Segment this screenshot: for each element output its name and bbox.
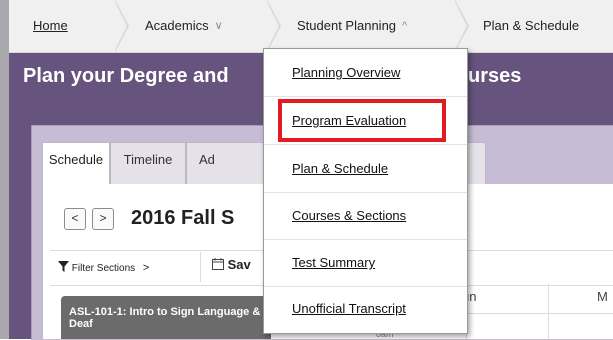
next-term-button[interactable]: > [92,208,114,230]
menu-item-unofficial-transcript[interactable]: Unofficial Transcript [264,285,467,333]
day-header-monday: M [597,289,608,304]
student-planning-dropdown: Planning Overview Program Evaluation Pla… [263,48,468,334]
window-edge [0,0,9,339]
page-title: Plan your Degree and [23,65,229,87]
filter-funnel-icon [58,261,69,272]
calendar-icon [212,258,224,270]
menu-item-label: Unofficial Transcript [292,301,406,316]
breadcrumb-academics-label: Academics [145,18,209,33]
menu-item-test-summary[interactable]: Test Summary [264,239,467,287]
breadcrumb-home-link[interactable]: Home [33,0,68,52]
calendar-grid-line [548,284,549,339]
breadcrumb-separator-inner [266,0,279,52]
menu-item-planning-overview[interactable]: Planning Overview [264,49,467,97]
filter-sections-button[interactable]: Filter Sections > [58,261,149,274]
tab-timeline[interactable]: Timeline [110,142,186,184]
course-card[interactable]: ASL-101-1: Intro to Sign Language & Deaf [61,296,271,339]
menu-item-label: Test Summary [292,255,376,270]
breadcrumb-student-planning-label: Student Planning [297,18,397,33]
menu-item-plan-schedule[interactable]: Plan & Schedule [264,145,467,193]
filter-sections-label: Filter Sections [71,263,136,274]
breadcrumb-academics-menu[interactable]: Academics ∨ [145,0,223,52]
breadcrumb-student-planning-menu[interactable]: Student Planning ^ [297,0,407,52]
calendar-grid-row [466,313,613,314]
chevron-down-icon: ∨ [214,20,223,32]
save-label: Sav [227,257,251,272]
breadcrumb-separator-inner [114,0,127,52]
breadcrumb-separator-inner [454,0,467,52]
toolbar-divider [200,252,201,282]
term-title: 2016 Fall S [131,207,235,229]
tab-schedule[interactable]: Schedule [42,142,110,185]
menu-item-label: Planning Overview [292,65,401,80]
highlight-box [278,99,446,142]
previous-term-button[interactable]: < [64,208,86,230]
menu-item-courses-sections[interactable]: Courses & Sections [264,192,467,240]
breadcrumb-plan-schedule-link[interactable]: Plan & Schedule [483,0,579,52]
chevron-right-icon: > [142,262,150,274]
tab-advising[interactable]: Ad [186,142,266,184]
breadcrumb: Home Academics ∨ Student Planning ^ Plan &… [9,0,613,53]
page-title-continued: urses [468,65,522,87]
menu-item-label: Courses & Sections [292,208,407,223]
chevron-up-icon: ^ [402,20,408,32]
save-to-calendar-button[interactable]: Sav [212,257,251,272]
course-title: ASL-101-1: Intro to Sign Language & Deaf [69,306,261,330]
menu-item-label: Plan & Schedule [292,161,389,176]
